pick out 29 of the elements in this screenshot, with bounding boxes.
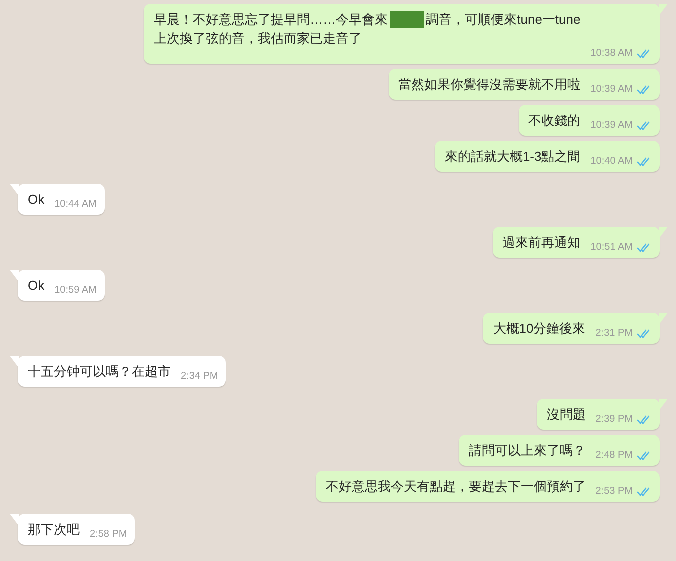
message-text: 十五分钟可以嗎？在超市 xyxy=(28,363,171,381)
message-time: 2:53 PM xyxy=(596,485,633,499)
message-time: 10:44 AM xyxy=(54,198,97,212)
message-time: 2:34 PM xyxy=(181,370,218,384)
message-text: 那下次吧 xyxy=(28,521,80,539)
message-text: 早晨！不好意思忘了提早問……今早會來 xyxy=(154,11,388,29)
message-text: 請問可以上來了嗎？ xyxy=(468,442,586,460)
message-time: 10:51 AM xyxy=(590,241,633,255)
message-text: 不好意思我今天有點趕，要趕去下一個預約了 xyxy=(326,478,586,496)
message-text: 不收錢的 xyxy=(528,112,581,130)
message-text: Ok xyxy=(28,191,45,209)
message-text: 沒問題 xyxy=(546,406,586,424)
redaction-block xyxy=(390,11,424,28)
message-text: 來的話就大概1-3點之間 xyxy=(444,148,581,166)
message-time: 10:40 AM xyxy=(590,155,633,169)
message-time: 2:39 PM xyxy=(596,413,633,427)
message-text: 當然如果你覺得沒需要就不用啦 xyxy=(398,76,581,94)
message-text: 大概10分鐘後來 xyxy=(493,320,586,338)
message-time: 2:58 PM xyxy=(90,528,128,542)
message-text: Ok xyxy=(28,277,45,295)
message-time: 10:39 AM xyxy=(590,83,633,97)
message-time: 10:38 AM xyxy=(590,47,633,61)
message-time: 2:31 PM xyxy=(596,327,633,341)
message-time: 10:39 AM xyxy=(590,119,633,133)
message-text: 過來前再通知 xyxy=(502,234,581,252)
message-time: 10:59 AM xyxy=(54,284,97,298)
message-text: 調音，可順便來tune一tune xyxy=(426,11,581,29)
message-text: 上次換了弦的音，我估而家已走音了 xyxy=(154,30,362,48)
message-time: 2:48 PM xyxy=(596,449,633,463)
